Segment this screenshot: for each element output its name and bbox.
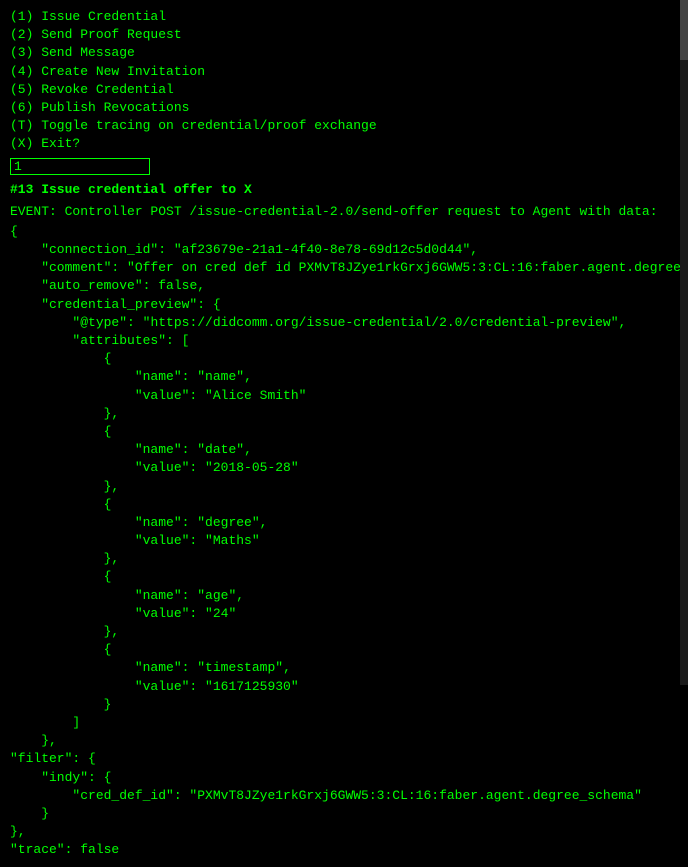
trace: false: [80, 842, 119, 857]
menu-item-4: (4) Create New Invitation: [10, 63, 678, 81]
scrollbar-track[interactable]: [680, 0, 688, 685]
comment: Offer on cred def id PXMvT8JZye1rkGrxj6G…: [135, 260, 688, 275]
attr-value-4: 1617125930: [213, 679, 291, 694]
attr-name-1: date: [205, 442, 236, 457]
menu-item-6: (6) Publish Revocations: [10, 99, 678, 117]
input-line[interactable]: [10, 158, 678, 175]
section-title: #13 Issue credential offer to X: [10, 181, 678, 199]
terminal-window: (1) Issue Credential (2) Send Proof Requ…: [10, 8, 678, 859]
command-input[interactable]: [10, 158, 150, 175]
attr-name-0: name: [205, 369, 236, 384]
menu-list: (1) Issue Credential (2) Send Proof Requ…: [10, 8, 678, 154]
auto-remove: false,: [158, 278, 205, 293]
scrollbar-thumb[interactable]: [680, 0, 688, 60]
attr-value-1: 2018-05-28: [213, 460, 291, 475]
attr-value-3: 24: [213, 606, 229, 621]
menu-item-3: (3) Send Message: [10, 44, 678, 62]
attr-name-4: timestamp: [205, 660, 275, 675]
menu-item-toggle: (T) Toggle tracing on credential/proof e…: [10, 117, 678, 135]
attr-name-3: age: [205, 588, 228, 603]
attr-name-2: degree: [205, 515, 252, 530]
cred-def-id: PXMvT8JZye1rkGrxj6GWW5:3:CL:16:faber.age…: [197, 788, 634, 803]
credential-preview-type: https://didcomm.org/issue-credential/2.0…: [150, 315, 610, 330]
menu-item-exit: (X) Exit?: [10, 135, 678, 153]
connection-id: af23679e-21a1-4f40-8e78-69d12c5d0d44: [182, 242, 463, 257]
menu-item-5: (5) Revoke Credential: [10, 81, 678, 99]
json-output: { "connection_id": "af23679e-21a1-4f40-8…: [10, 223, 678, 860]
attr-value-0: Alice Smith: [213, 388, 299, 403]
menu-item-2: (2) Send Proof Request: [10, 26, 678, 44]
attr-value-2: Maths: [213, 533, 252, 548]
menu-item-1: (1) Issue Credential: [10, 8, 678, 26]
event-line: EVENT: Controller POST /issue-credential…: [10, 203, 678, 221]
